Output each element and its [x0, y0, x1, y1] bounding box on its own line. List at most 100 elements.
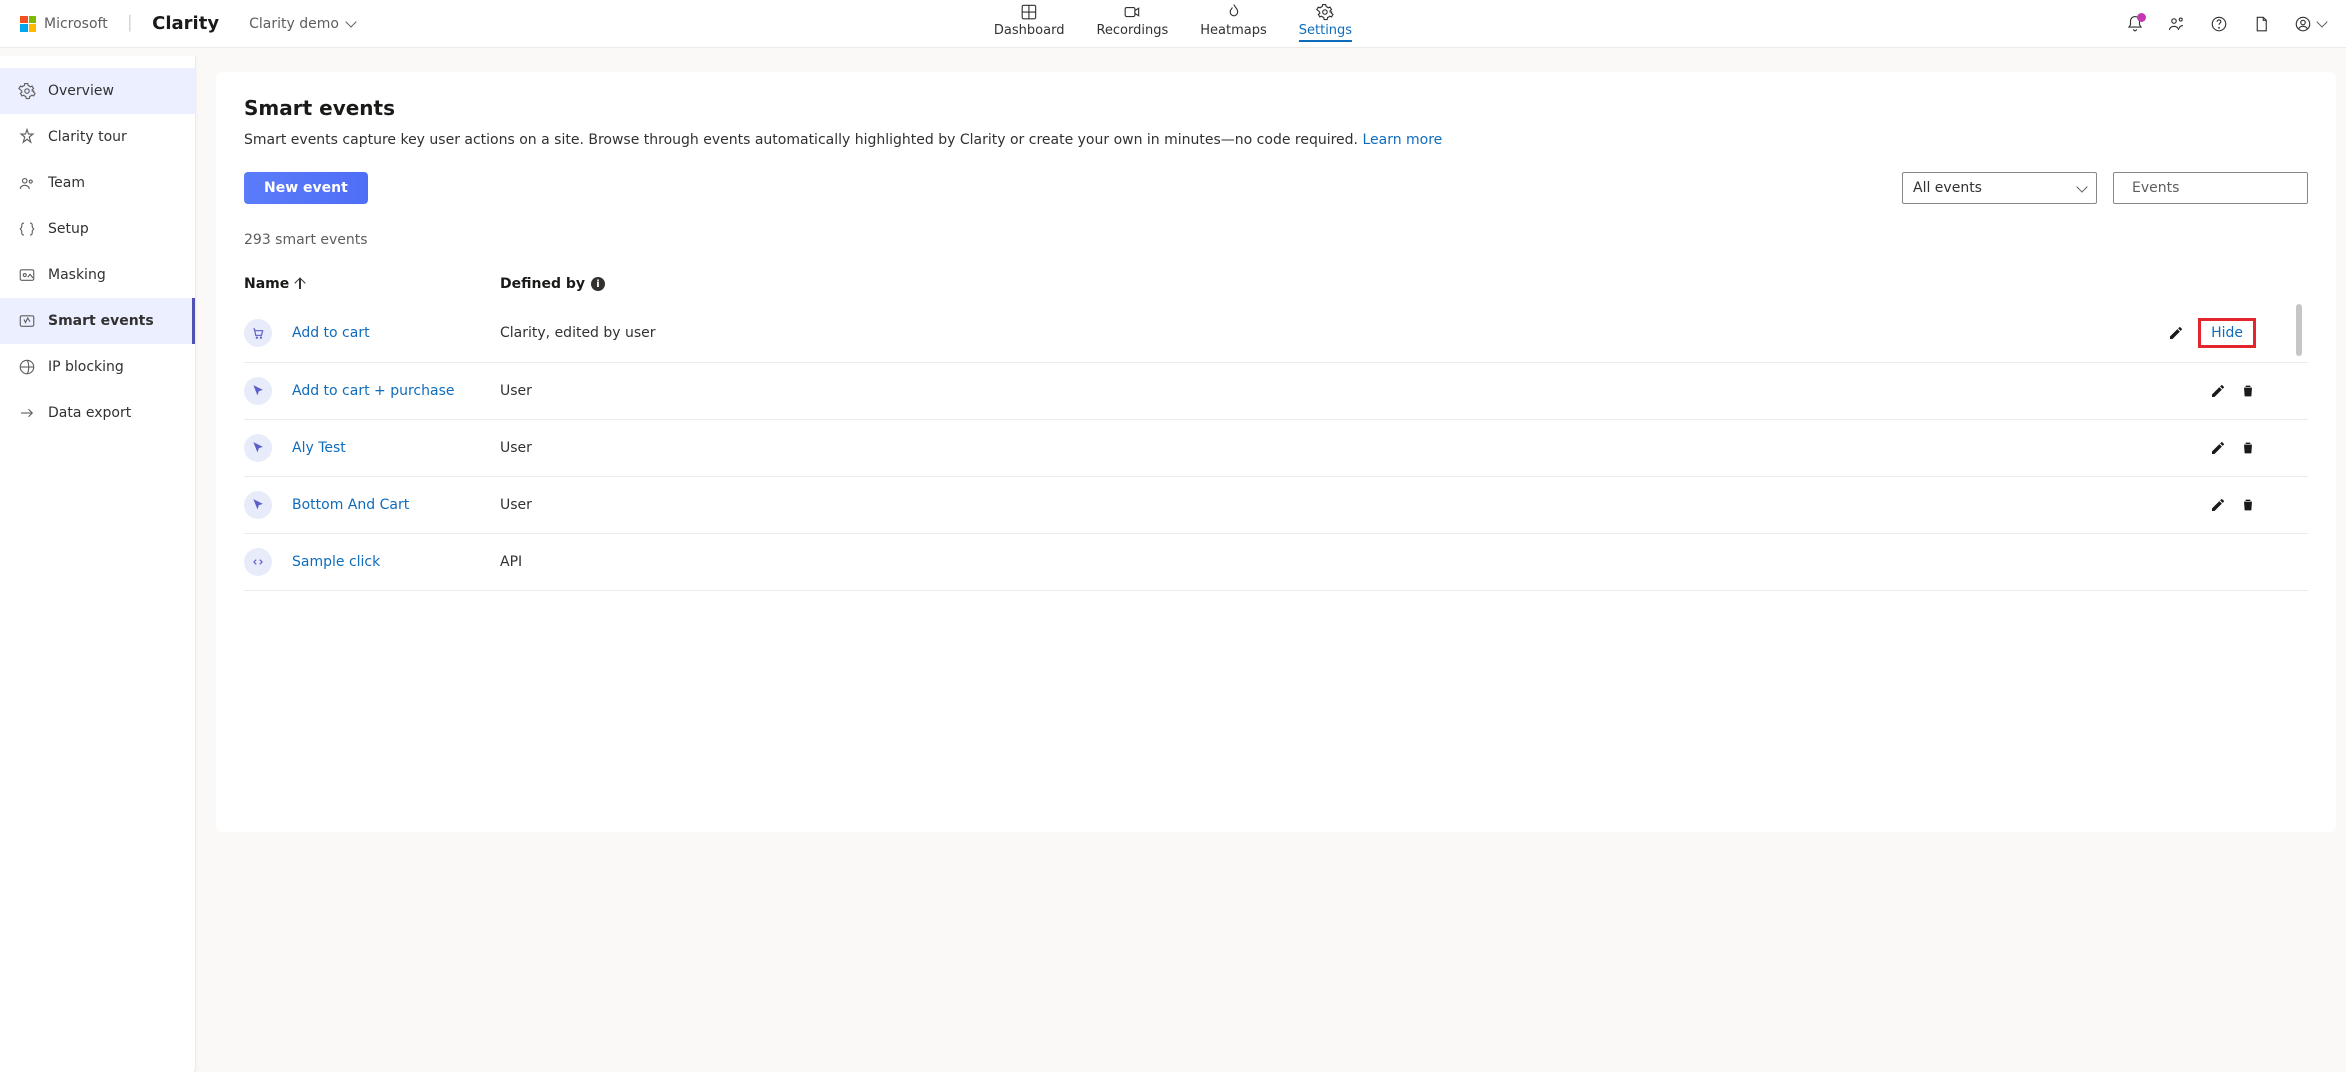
sidebar-item-overview[interactable]: Overview: [0, 68, 195, 114]
event-name-link[interactable]: Add to cart: [292, 325, 370, 341]
hide-button[interactable]: Hide: [2211, 325, 2243, 341]
sidebar-item-smart-events[interactable]: Smart events: [0, 298, 195, 344]
column-name-label: Name: [244, 276, 289, 292]
learn-more-link[interactable]: Learn more: [1362, 132, 1442, 148]
sidebar-item-clarity-tour[interactable]: Clarity tour: [0, 114, 195, 160]
table-row: Add to cart Clarity, edited by user Hide: [244, 304, 2308, 363]
event-name-link[interactable]: Add to cart + purchase: [292, 383, 454, 399]
tab-label: Dashboard: [994, 23, 1065, 38]
account-button[interactable]: [2294, 15, 2326, 33]
tour-icon: [18, 128, 36, 146]
gear-icon: [18, 82, 36, 100]
cell-name: Sample click: [244, 548, 500, 576]
app-body: Overview Clarity tour Team Setup Masking…: [0, 48, 2346, 1072]
sidebar-item-label: Masking: [48, 267, 106, 283]
cell-name: Bottom And Cart: [244, 491, 500, 519]
project-switcher[interactable]: Clarity demo: [249, 16, 355, 32]
event-name-link[interactable]: Sample click: [292, 554, 380, 570]
scrollbar[interactable]: [2296, 304, 2302, 356]
column-header-defined-by[interactable]: Defined by i: [500, 276, 2308, 292]
sidebar-item-team[interactable]: Team: [0, 160, 195, 206]
edit-button[interactable]: [2210, 497, 2226, 513]
edit-button[interactable]: [2210, 383, 2226, 399]
column-header-name[interactable]: Name: [244, 276, 500, 292]
new-event-button[interactable]: New event: [244, 172, 368, 204]
sidebar-item-label: Overview: [48, 83, 114, 99]
table-row: Sample click API: [244, 534, 2308, 591]
smart-events-card: Smart events Smart events capture key us…: [216, 72, 2336, 832]
chevron-down-icon: [345, 16, 356, 27]
page-subtitle: Smart events capture key user actions on…: [244, 132, 2308, 148]
cell-defined-by: User: [500, 497, 2210, 513]
info-icon[interactable]: i: [591, 277, 605, 291]
table-body: Add to cartClarity, edited by userHideAd…: [244, 304, 2308, 591]
help-button[interactable]: [2210, 15, 2228, 33]
tab-dashboard[interactable]: Dashboard: [994, 3, 1065, 44]
row-actions: Hide: [2168, 318, 2308, 348]
sidebar-item-ip-blocking[interactable]: IP blocking: [0, 344, 195, 390]
event-type-icon: [244, 377, 272, 405]
sort-asc-icon: [295, 279, 305, 289]
row-actions: [2210, 383, 2308, 399]
account-icon: [2294, 15, 2312, 33]
braces-icon: [18, 220, 36, 238]
notifications-button[interactable]: [2126, 15, 2144, 33]
chevron-down-icon: [2316, 16, 2327, 27]
project-name: Clarity demo: [249, 16, 339, 32]
defined-by-text: User: [500, 440, 552, 456]
tab-label: Recordings: [1096, 23, 1168, 38]
brand-company: Microsoft: [44, 16, 108, 32]
row-actions: [2210, 497, 2308, 513]
sidebar-item-setup[interactable]: Setup: [0, 206, 195, 252]
document-icon: [2252, 15, 2270, 33]
heatmaps-icon: [1225, 3, 1243, 21]
event-name-link[interactable]: Aly Test: [292, 440, 346, 456]
delete-button[interactable]: [2240, 440, 2256, 456]
people-icon: [2168, 15, 2186, 33]
events-search[interactable]: [2113, 172, 2308, 204]
brand: Microsoft │ Clarity: [20, 13, 219, 34]
events-search-input[interactable]: [2132, 180, 2306, 196]
people-button[interactable]: [2168, 15, 2186, 33]
delete-button[interactable]: [2240, 383, 2256, 399]
edit-button[interactable]: [2210, 440, 2226, 456]
brand-separator: │: [126, 16, 134, 32]
column-defined-label: Defined by: [500, 276, 585, 292]
cell-name: Add to cart: [244, 319, 500, 347]
tab-recordings[interactable]: Recordings: [1096, 3, 1168, 44]
microsoft-logo-icon: [20, 16, 36, 32]
table-row: Add to cart + purchase User: [244, 363, 2308, 420]
sidebar-item-label: Smart events: [48, 313, 154, 329]
main-content: Smart events Smart events capture key us…: [196, 48, 2346, 1072]
cell-name: Aly Test: [244, 434, 500, 462]
cell-name: Add to cart + purchase: [244, 377, 500, 405]
tab-heatmaps[interactable]: Heatmaps: [1200, 3, 1267, 44]
brand-product: Clarity: [152, 13, 219, 34]
sidebar-item-label: Clarity tour: [48, 129, 127, 145]
defined-by-text: API: [500, 554, 542, 570]
cell-defined-by: User: [500, 383, 2210, 399]
delete-button[interactable]: [2240, 497, 2256, 513]
table-row: Aly Test User: [244, 420, 2308, 477]
event-type-icon: [244, 548, 272, 576]
app-header: Microsoft │ Clarity Clarity demo Dashboa…: [0, 0, 2346, 48]
row-actions: [2210, 440, 2308, 456]
sidebar-item-label: Team: [48, 175, 85, 191]
tab-settings[interactable]: Settings: [1299, 3, 1352, 44]
events-filter-select[interactable]: All events: [1902, 172, 2097, 204]
events-count: 293 smart events: [244, 232, 2308, 248]
settings-icon: [1316, 3, 1334, 21]
event-name-link[interactable]: Bottom And Cart: [292, 497, 409, 513]
sidebar-item-data-export[interactable]: Data export: [0, 390, 195, 436]
document-button[interactable]: [2252, 15, 2270, 33]
top-nav-tabs: Dashboard Recordings Heatmaps Settings: [994, 3, 1352, 44]
page-title: Smart events: [244, 96, 2308, 120]
sidebar-item-label: IP blocking: [48, 359, 124, 375]
masking-icon: [18, 266, 36, 284]
recordings-icon: [1123, 3, 1141, 21]
defined-by-text: Clarity, edited by user: [500, 325, 676, 341]
sidebar-item-label: Setup: [48, 221, 89, 237]
table-header: Name Defined by i: [244, 268, 2308, 304]
edit-button[interactable]: [2168, 325, 2184, 341]
sidebar-item-masking[interactable]: Masking: [0, 252, 195, 298]
